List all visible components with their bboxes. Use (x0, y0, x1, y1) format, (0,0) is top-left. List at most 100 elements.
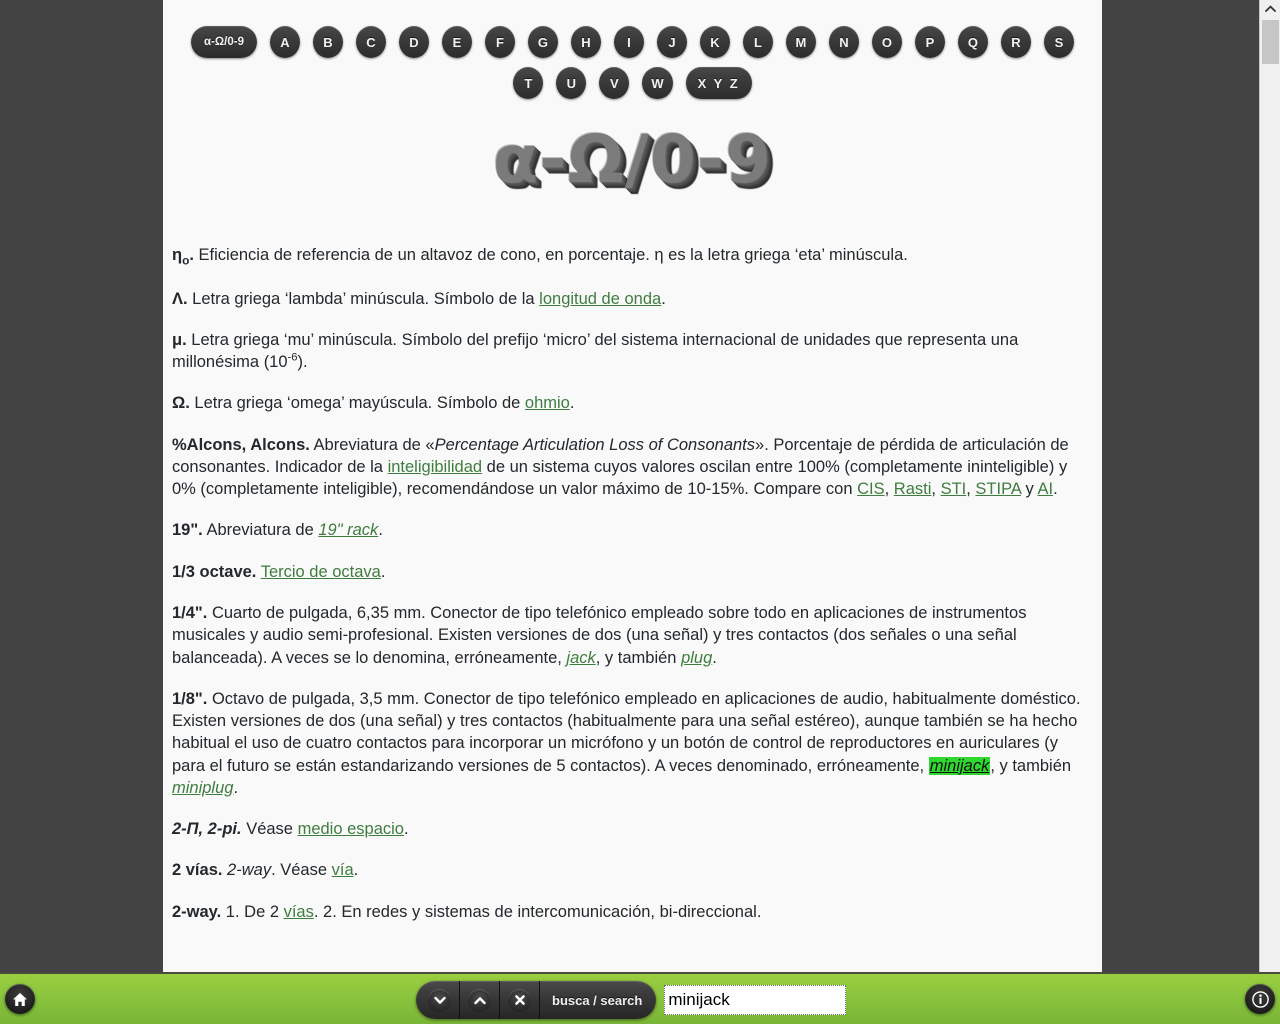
nav-p[interactable]: P (914, 26, 945, 58)
entry-alcons: %Alcons, Alcons. Abreviatura de «Percent… (172, 434, 1088, 501)
find-previous-button[interactable] (460, 981, 500, 1019)
nav-c[interactable]: C (355, 26, 386, 58)
nav-w[interactable]: W (642, 67, 673, 99)
nav-u[interactable]: U (556, 67, 587, 99)
entry-text: ). (297, 353, 308, 372)
entry-text: , (931, 480, 941, 499)
link-tercio-de-octava[interactable]: Tercio de octava (261, 563, 381, 581)
chevron-down-icon (428, 988, 451, 1012)
nav-i[interactable]: I (613, 26, 644, 58)
scroll-up-button[interactable] (1260, 0, 1280, 18)
link-ai[interactable]: AI (1037, 480, 1053, 498)
nav-s[interactable]: S (1043, 26, 1074, 58)
nav-v[interactable]: V (599, 67, 630, 99)
link-sti[interactable]: STI (941, 480, 967, 498)
nav-d[interactable]: D (398, 26, 429, 58)
nav-t[interactable]: T (513, 67, 544, 99)
chevron-up-icon (468, 988, 491, 1012)
find-close-button[interactable] (500, 981, 540, 1019)
entry-text: Letra griega ‘omega’ mayúscula. Símbolo … (189, 394, 525, 413)
home-button[interactable] (5, 984, 35, 1014)
entry-term: 2 vías. (172, 861, 223, 880)
nav-o[interactable]: O (871, 26, 902, 58)
link-rasti[interactable]: Rasti (894, 480, 932, 498)
find-controls-group: busca / search (416, 981, 657, 1019)
entry-text: . Véase (271, 861, 332, 880)
link-ohmio[interactable]: ohmio (525, 394, 570, 412)
entry-term: η (172, 246, 183, 265)
chevron-up-icon (1264, 5, 1276, 12)
find-next-button[interactable] (416, 981, 460, 1019)
link-medio-espacio[interactable]: medio espacio (298, 820, 404, 838)
link-longitud-de-onda[interactable]: longitud de onda (539, 290, 661, 308)
entry-text: , y también (595, 648, 682, 667)
find-bar: busca / search (416, 981, 847, 1019)
link-vias[interactable]: vías (284, 903, 314, 921)
alphabet-navigation: α-Ω/0-9 A B C D E F G H I J K L M N O P Q R S TUVW X Y Z (163, 0, 1102, 99)
info-icon (1251, 990, 1269, 1008)
nav-g[interactable]: G (527, 26, 558, 58)
scrollbar-thumb[interactable] (1262, 20, 1279, 64)
entry-term: μ. (172, 330, 187, 349)
link-miniplug[interactable]: miniplug (172, 779, 233, 797)
nav-e[interactable]: E (441, 26, 472, 58)
nav-xyz[interactable]: X Y Z (685, 67, 752, 99)
entry-eighth-inch: 1/8". Octavo de pulgada, 3,5 mm. Conecto… (172, 688, 1088, 799)
alphabet-row-2: TUVW X Y Z (163, 67, 1102, 99)
entry-term: 19". (172, 521, 203, 540)
find-label: busca / search (552, 992, 643, 1008)
close-x-icon (508, 988, 531, 1012)
entry-text: . (353, 861, 359, 880)
link-plug[interactable]: plug (681, 649, 712, 667)
entry-text: Abreviatura de « (309, 435, 435, 454)
link-jack[interactable]: jack (566, 649, 595, 667)
nav-m[interactable]: M (785, 26, 816, 58)
nav-r[interactable]: R (1000, 26, 1031, 58)
entry-text: y (1020, 480, 1038, 499)
entry-mu: μ. Letra griega ‘mu’ minúscula. Símbolo … (172, 329, 1088, 374)
entry-term: 2-Π, 2-pi. (172, 820, 242, 839)
entry-text: Eficiencia de referencia de un altavoz d… (193, 246, 908, 265)
nav-f[interactable]: F (484, 26, 515, 58)
link-stipa[interactable]: STIPA (975, 480, 1021, 498)
nav-j[interactable]: J (656, 26, 687, 58)
link-via[interactable]: vía (332, 861, 354, 879)
entry-2-vias: 2 vías. 2-way. Véase vía. (172, 859, 1088, 881)
entry-term: 1/4". (172, 604, 208, 623)
alphabet-row-1: α-Ω/0-9 A B C D E F G H I J K L M N O P Q R S (163, 26, 1102, 58)
entry-text: Abreviatura de (202, 521, 319, 540)
page-scrollbar[interactable] (1259, 0, 1280, 1024)
search-match-highlight[interactable]: minijack (928, 756, 991, 775)
link-inteligibilidad[interactable]: inteligibilidad (388, 458, 482, 476)
info-button[interactable] (1245, 984, 1275, 1014)
entry-text: . (233, 778, 239, 797)
glossary-entries: ηo. Eficiencia de referencia de un altav… (163, 194, 1102, 952)
page-content: α-Ω/0-9 A B C D E F G H I J K L M N O P Q R S TUVW X Y Z α-Ω… (163, 0, 1102, 972)
scrollbar-track[interactable] (1260, 18, 1280, 1006)
browser-viewport: α-Ω/0-9 A B C D E F G H I J K L M N O P Q R S TUVW X Y Z α-Ω… (0, 0, 1280, 1024)
nav-n[interactable]: N (828, 26, 859, 58)
entry-text: . (569, 394, 575, 413)
nav-a[interactable]: A (269, 26, 300, 58)
entry-2-pi: 2-Π, 2-pi. Véase medio espacio. (172, 818, 1088, 840)
nav-alpha-omega[interactable]: α-Ω/0-9 (191, 26, 257, 58)
entry-text: , (884, 480, 894, 499)
nav-h[interactable]: H (570, 26, 601, 58)
link-cis[interactable]: CIS (857, 480, 885, 498)
entry-term: 1/8". (172, 689, 208, 708)
nav-k[interactable]: K (699, 26, 730, 58)
entry-text: Véase (241, 820, 298, 839)
home-icon (13, 992, 27, 1006)
exponent: -6 (287, 351, 298, 364)
entry-text: . (712, 648, 717, 667)
nav-l[interactable]: L (742, 26, 773, 58)
entry-term: 2-way. (172, 902, 222, 921)
search-input[interactable] (664, 985, 847, 1015)
page-title: α-Ω/0-9 (492, 121, 773, 198)
entry-text: . (380, 562, 386, 581)
entry-term: 1/3 octave. (172, 562, 257, 581)
nav-q[interactable]: Q (957, 26, 988, 58)
link-19-rack[interactable]: 19" rack (318, 521, 378, 539)
entry-term: %Alcons, Alcons. (172, 435, 310, 454)
nav-b[interactable]: B (312, 26, 343, 58)
